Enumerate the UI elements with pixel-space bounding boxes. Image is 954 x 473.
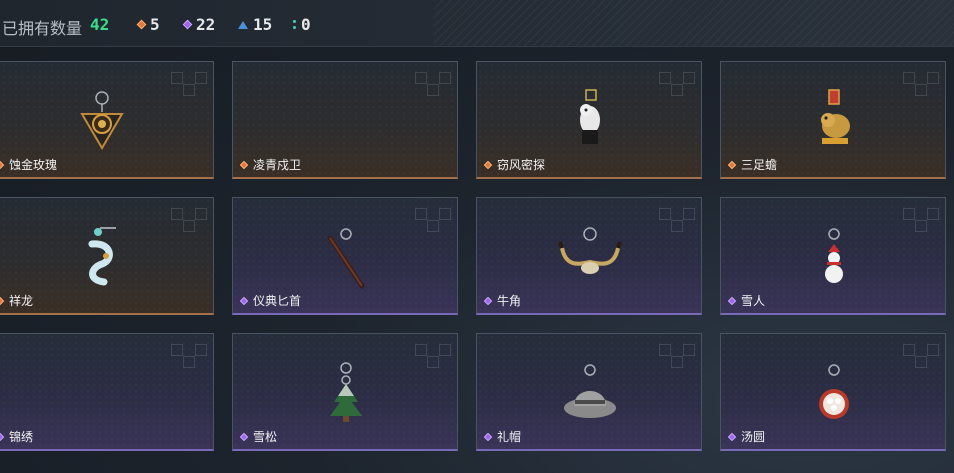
charm-card[interactable]: 雪松 [232, 333, 458, 451]
rarity-count: 22 [196, 15, 216, 34]
purple-diamond-icon [483, 296, 493, 305]
item-name: 雪松 [253, 430, 278, 444]
charm-card[interactable]: 汤圆 [720, 333, 946, 451]
purple-diamond-icon [182, 19, 193, 30]
card-decoration [171, 208, 207, 242]
item-name: 汤圆 [741, 430, 766, 444]
rarity-stat-orange: 5 [136, 15, 160, 34]
rarity-count: 0 [301, 15, 311, 34]
rarity-stat-teal: 0 [293, 15, 311, 34]
orange-diamond-icon [727, 160, 737, 169]
charm-card[interactable]: 三足蟾 [720, 61, 946, 179]
owned-label: 已拥有数量 [2, 21, 83, 38]
card-decoration [659, 72, 695, 106]
collection-header: 已拥有数量 42 5 22 15 0 [0, 0, 954, 47]
purple-diamond-icon [239, 432, 249, 441]
purple-diamond-icon [727, 296, 737, 305]
charm-card[interactable]: 窃风密探 [476, 61, 702, 179]
item-name: 锦绣 [9, 430, 34, 444]
orange-diamond-icon [483, 160, 493, 169]
item-name: 三足蟾 [741, 158, 778, 172]
purple-diamond-icon [483, 432, 493, 441]
hat-charm-icon [564, 364, 616, 418]
purple-diamond-icon [239, 296, 249, 305]
item-name: 蚀金玫瑰 [9, 158, 58, 172]
purple-diamond-icon [0, 432, 5, 441]
charm-card[interactable]: 蚀金玫瑰 [0, 61, 214, 179]
card-decoration [415, 208, 451, 242]
card-decoration [415, 344, 451, 378]
card-decoration [171, 72, 207, 106]
charm-card[interactable]: 祥龙 [0, 197, 214, 315]
ceremonial-dagger-charm-icon [327, 228, 365, 289]
item-name: 雪人 [741, 294, 766, 308]
orange-diamond-icon [239, 160, 249, 169]
snow-pine-charm-icon [330, 362, 362, 422]
card-decoration [659, 208, 695, 242]
rarity-count: 15 [253, 15, 273, 34]
horns-charm-icon [558, 227, 622, 274]
card-decoration [659, 344, 695, 378]
charm-card[interactable]: 仪典匕首 [232, 197, 458, 315]
card-decoration [903, 344, 939, 378]
item-name: 礼帽 [497, 430, 522, 444]
item-name: 窃风密探 [497, 158, 546, 172]
orange-diamond-icon [136, 19, 147, 30]
item-name: 凌青戍卫 [253, 158, 302, 172]
three-legged-toad-charm-icon [821, 89, 850, 144]
charm-card[interactable]: 凌青戍卫 [232, 61, 458, 179]
rarity-stat-blue: 15 [238, 15, 272, 34]
item-name: 祥龙 [9, 294, 34, 308]
card-decoration [415, 72, 451, 106]
orange-diamond-icon [0, 296, 5, 305]
item-name: 仪典匕首 [253, 294, 302, 308]
header-pattern [434, 0, 954, 46]
rarity-count: 5 [150, 15, 160, 34]
card-decoration [903, 72, 939, 106]
charm-card[interactable]: 锦绣 [0, 333, 214, 451]
charm-card[interactable]: 礼帽 [476, 333, 702, 451]
card-decoration [171, 344, 207, 378]
snowman-charm-icon [825, 228, 843, 283]
dragon-charm-icon [88, 227, 116, 286]
orange-diamond-icon [0, 160, 5, 169]
charm-grid: 蚀金玫瑰 凌青戍卫 窃风密探 三足蟾 祥龙 仪典匕首 牛角 雪人 锦绣 雪松 礼… [0, 61, 948, 451]
purple-diamond-icon [727, 432, 737, 441]
charm-card[interactable]: 雪人 [720, 197, 946, 315]
gold-rose-charm-icon [80, 91, 124, 150]
item-name: 牛角 [497, 294, 522, 308]
tangyuan-charm-icon [819, 364, 849, 419]
blue-triangle-icon [238, 20, 248, 29]
owned-count: 42 [90, 15, 110, 34]
card-decoration [903, 208, 939, 242]
teal-dots-icon [293, 20, 296, 29]
charm-card[interactable]: 牛角 [476, 197, 702, 315]
spy-charm-icon [580, 89, 600, 144]
rarity-stat-purple: 22 [182, 15, 216, 34]
